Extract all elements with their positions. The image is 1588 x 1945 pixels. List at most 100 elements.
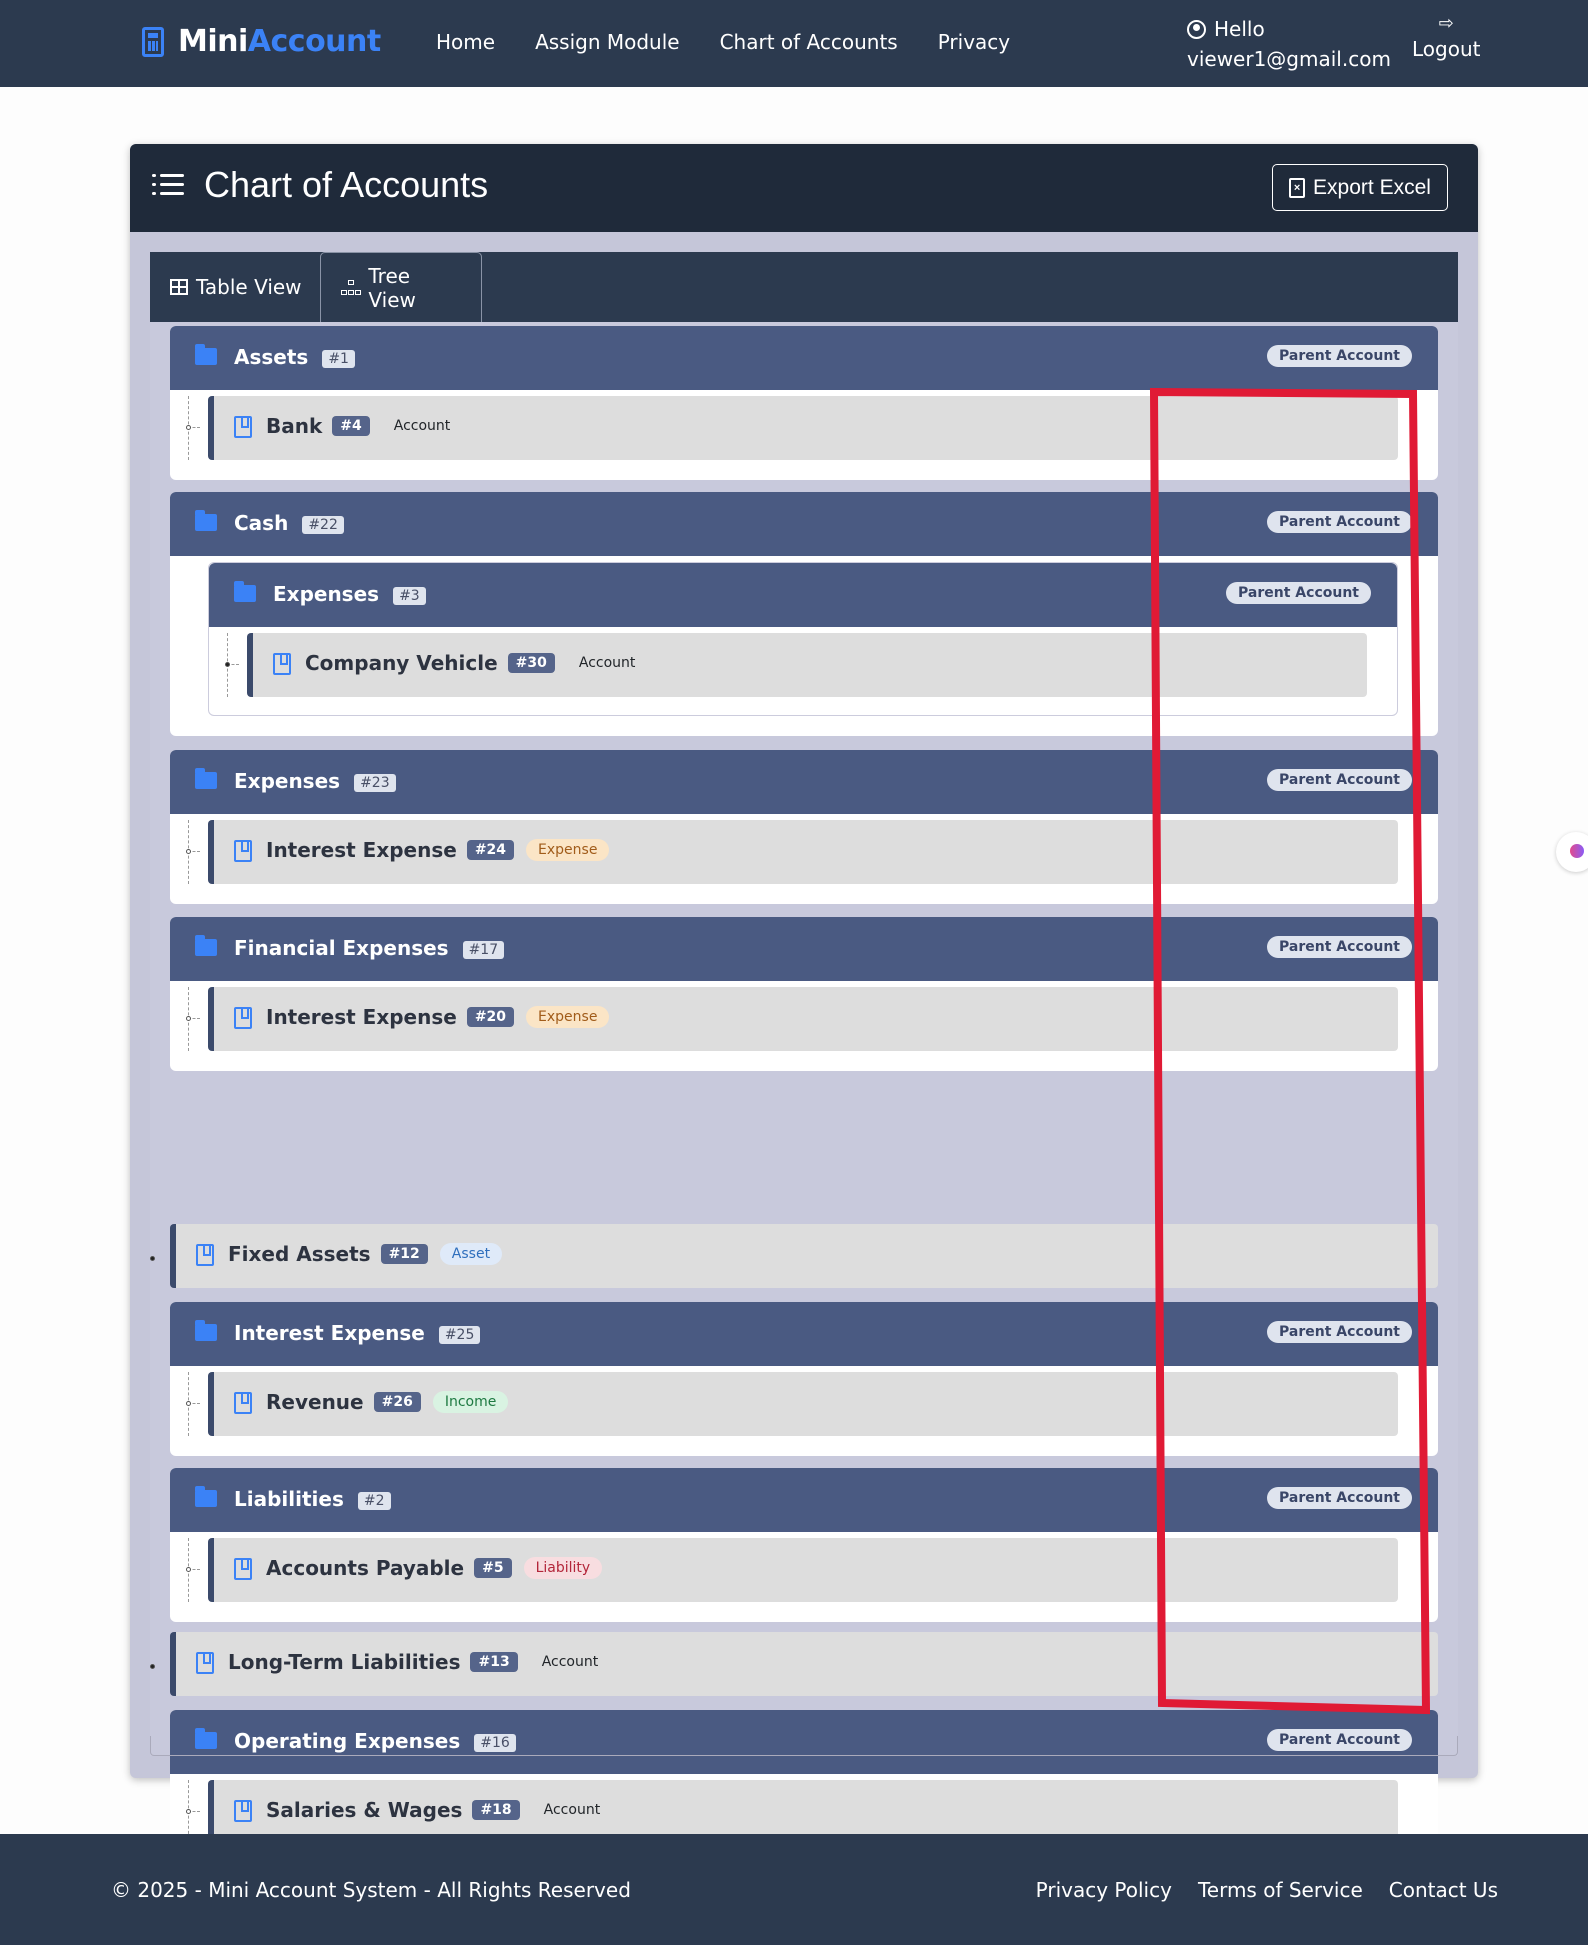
parent-account-badge: Parent Account [1267,1321,1412,1343]
tree-node-marker [225,662,230,667]
account-id-badge: #4 [332,416,370,436]
folder-icon [195,935,217,956]
account-id-badge: #26 [373,1392,421,1412]
logout-label: Logout [1412,37,1481,61]
floating-assistant-button[interactable] [1556,832,1588,872]
group-header[interactable]: Assets #1 Parent Account [170,326,1438,390]
page-title: Chart of Accounts [204,164,489,205]
tab-table-view[interactable]: Table View [150,252,322,322]
logout-button[interactable]: ⇨ Logout [1412,14,1480,64]
account-row[interactable]: Interest Expense #20 Expense [208,987,1398,1051]
account-type-badge: Account [541,1654,599,1670]
table-icon [170,279,188,295]
chart-of-accounts-card: Chart of Accounts × Export Excel Table V… [130,144,1478,1864]
group-header[interactable]: Cash #22 Parent Account [170,492,1438,556]
tab-table-label: Table View [196,275,302,299]
group-id-badge: #23 [354,773,396,792]
group-header[interactable]: Expenses #23 Parent Account [170,750,1438,814]
account-name: Long-Term Liabilities [228,1650,461,1674]
tree-node-marker [186,1401,191,1406]
export-excel-button[interactable]: × Export Excel [1272,164,1448,211]
account-type-badge: Income [432,1391,509,1413]
group-header[interactable]: Financial Expenses #17 Parent Account [170,917,1438,981]
tab-tree-label: Tree View [368,263,416,312]
account-type-badge: Account [393,418,451,434]
account-id-badge: #24 [466,840,515,860]
account-id-badge: #13 [470,1652,518,1672]
book-icon [196,1244,214,1266]
account-id-badge: #20 [466,1007,515,1027]
brand-logo[interactable]: Mini Account [142,24,381,59]
excel-file-icon: × [1289,177,1306,198]
tree-node-marker [186,1809,191,1814]
account-group: Expenses #23 Parent Account Interest Expe… [170,750,1438,904]
group-name: Liabilities #2 [234,1487,391,1511]
sitemap-icon [341,279,361,296]
account-row[interactable]: Bank #4 Account [208,396,1398,460]
brand-name-account: Account [247,24,381,59]
group-name: Interest Expense #25 [234,1321,481,1345]
folder-icon [234,581,256,602]
footer-links: Privacy Policy Terms of Service Contact … [1036,1878,1498,1902]
list-icon [152,174,184,198]
book-icon [234,840,252,862]
tree-node-marker [186,1567,191,1572]
export-label: Export Excel [1313,175,1431,199]
group-id-badge: #2 [357,1491,391,1510]
account-name: Interest Expense [266,1005,457,1029]
parent-account-badge: Parent Account [1267,936,1412,958]
group-id-badge: #3 [393,586,426,605]
tab-tree-view[interactable]: Tree View [320,252,482,322]
tree-node-marker [150,1664,155,1669]
group-id-badge: #22 [302,515,344,534]
account-group: Financial Expenses #17 Parent Account Int… [170,917,1438,1071]
group-id-badge: #25 [438,1325,481,1344]
folder-icon [195,768,217,789]
account-row[interactable]: Accounts Payable #5 Liability [208,1538,1398,1602]
account-row[interactable]: Revenue #26 Income [208,1372,1398,1436]
parent-account-badge: Parent Account [1267,1487,1412,1509]
account-row[interactable]: Long-Term Liabilities #13 Account [170,1632,1438,1696]
account-row[interactable]: Company Vehicle #30 Account [247,633,1367,697]
nav-home[interactable]: Home [436,30,495,54]
brand-name-mini: Mini [178,24,248,59]
account-tree: Assets #1 Parent Account Bank #4 Account Ca… [150,322,1458,1864]
footer-contact-us[interactable]: Contact Us [1389,1878,1498,1902]
book-icon [196,1652,214,1674]
group-name: Assets #1 [234,345,355,369]
parent-account-badge: Parent Account [1267,769,1412,791]
account-type-badge: Expense [526,839,610,861]
group-id-badge: #17 [462,940,505,959]
account-row[interactable]: Interest Expense #24 Expense [208,820,1398,884]
nav-assign-module[interactable]: Assign Module [535,30,680,54]
account-type-badge: Account [543,1802,601,1818]
copyright-text: © 2025 - Mini Account System - All Right… [111,1878,631,1902]
footer-privacy-policy[interactable]: Privacy Policy [1036,1878,1172,1902]
subgroup-header[interactable]: Expenses #3 Parent Account [209,563,1397,627]
group-name: Expenses #23 [234,769,396,793]
tree-node-marker [186,1016,191,1021]
group-header[interactable]: Interest Expense #25 Parent Account [170,1302,1438,1366]
account-type-badge: Liability [523,1557,603,1579]
assistant-icon [1570,844,1584,858]
account-name: Company Vehicle [305,651,498,675]
group-id-badge: #1 [322,349,355,368]
tree-node-marker [186,425,191,430]
nav-chart-of-accounts[interactable]: Chart of Accounts [720,30,898,54]
nav-privacy[interactable]: Privacy [938,30,1010,54]
folder-icon [195,344,217,365]
account-id-badge: #30 [507,653,555,673]
account-group: Cash #22 Parent Account Expenses #3 Parent… [170,492,1438,736]
footer-terms-of-service[interactable]: Terms of Service [1198,1878,1363,1902]
card-bottom-edge [150,1736,1458,1756]
folder-icon [195,510,217,531]
user-greeting[interactable]: Hello viewer1@gmail.com [1187,14,1391,74]
account-name: Bank [266,414,323,438]
parent-account-badge: Parent Account [1226,582,1371,604]
account-row[interactable]: Fixed Assets #12 Asset [170,1224,1438,1288]
tree-node-marker [186,849,191,854]
group-header[interactable]: Liabilities #2 Parent Account [170,1468,1438,1532]
nav-links: Home Assign Module Chart of Accounts Pri… [436,30,1010,54]
parent-account-badge: Parent Account [1267,345,1412,367]
account-id-badge: #5 [474,1558,512,1578]
